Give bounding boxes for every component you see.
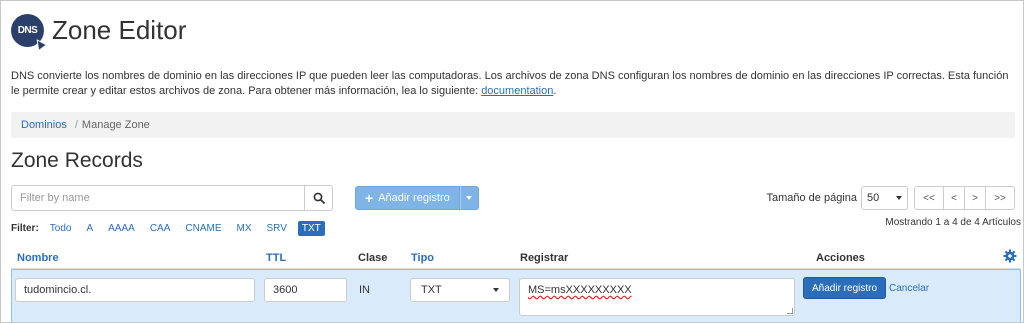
caret-down-icon [466, 196, 473, 200]
next-page-button[interactable]: > [964, 186, 986, 210]
page-size-select[interactable]: 50 [861, 186, 908, 210]
filter-txt[interactable]: TXT [297, 221, 325, 236]
filter-bar: Filter: Todo A AAAA CAA CNAME MX SRV TXT [11, 220, 332, 237]
plus-icon: + [365, 190, 374, 206]
search-input[interactable] [11, 185, 306, 211]
ttl-input[interactable]: 3600 [264, 278, 347, 302]
logo-text: DNS [17, 24, 38, 36]
table-header: Nombre TTL Clase Tipo Registrar Acciones [11, 246, 1021, 270]
add-record-group: + Añadir registro [355, 186, 479, 210]
showing-count: Mostrando 1 a 4 de 4 Artículos [885, 217, 1021, 228]
column-header-type[interactable]: Tipo [411, 252, 434, 264]
filter-todo[interactable]: Todo [46, 221, 76, 236]
record-textarea-value: MS=msXXXXXXXXX [528, 284, 632, 296]
filter-caa[interactable]: CAA [146, 221, 175, 236]
column-header-name[interactable]: Nombre [17, 252, 59, 264]
type-select-value: TXT [421, 284, 442, 296]
first-page-button[interactable]: << [914, 186, 944, 210]
column-header-class: Clase [358, 252, 388, 264]
search-group [11, 185, 333, 211]
page-size-value: 50 [867, 192, 880, 204]
search-button[interactable] [305, 185, 333, 211]
search-icon [313, 192, 325, 204]
page-description: DNS convierte los nombres de dominio en … [11, 69, 1016, 99]
page-size-label: Tamaño de página [766, 192, 857, 204]
add-record-dropdown-button[interactable] [459, 186, 479, 210]
gear-icon[interactable] [1003, 249, 1017, 263]
pagination: Tamaño de página 50 << < > >> [766, 186, 1015, 210]
filter-a[interactable]: A [82, 221, 97, 236]
edit-record-row: tudomincio.cl. 3600 IN TXT MS=msXXXXXXXX… [11, 269, 1021, 322]
documentation-link[interactable]: documentation [481, 85, 553, 97]
type-select[interactable]: TXT [410, 278, 510, 302]
class-value: IN [359, 284, 370, 296]
add-record-label: Añadir registro [378, 192, 450, 204]
resize-handle-icon[interactable] [787, 308, 793, 314]
name-input-value: tudomincio.cl. [24, 284, 92, 296]
add-record-button[interactable]: + Añadir registro [355, 186, 460, 210]
filter-aaaa[interactable]: AAAA [104, 221, 139, 236]
column-header-ttl[interactable]: TTL [266, 252, 286, 264]
record-textarea[interactable]: MS=msXXXXXXXXX [519, 278, 795, 316]
chevron-down-icon [493, 288, 499, 292]
cursor-icon [31, 35, 49, 52]
breadcrumb-separator: / [74, 119, 78, 131]
filter-cname[interactable]: CNAME [181, 221, 225, 236]
name-input[interactable]: tudomincio.cl. [15, 278, 255, 302]
zone-editor-page: DNS Zone Editor DNS convierte los nombre… [0, 0, 1024, 323]
chevron-down-icon [896, 196, 902, 200]
breadcrumb-domains-link[interactable]: Dominios [21, 119, 67, 131]
column-header-record: Registrar [520, 252, 569, 264]
cancel-link[interactable]: Cancelar [889, 283, 929, 294]
ttl-input-value: 3600 [273, 284, 298, 296]
column-header-actions: Acciones [816, 252, 865, 264]
dns-logo-icon: DNS [11, 13, 49, 52]
save-record-button[interactable]: Añadir registro [803, 277, 887, 299]
description-end: . [553, 85, 557, 97]
filter-mx[interactable]: MX [233, 221, 256, 236]
page-title: Zone Editor [52, 14, 187, 45]
breadcrumb: Dominios / Manage Zone [11, 112, 1015, 138]
filter-label: Filter: [11, 223, 39, 234]
section-title: Zone Records [11, 149, 143, 172]
last-page-button[interactable]: >> [985, 186, 1015, 210]
page-header: DNS Zone Editor [11, 11, 187, 52]
prev-page-button[interactable]: < [943, 186, 965, 210]
breadcrumb-current: Manage Zone [81, 119, 150, 131]
filter-srv[interactable]: SRV [263, 221, 291, 236]
